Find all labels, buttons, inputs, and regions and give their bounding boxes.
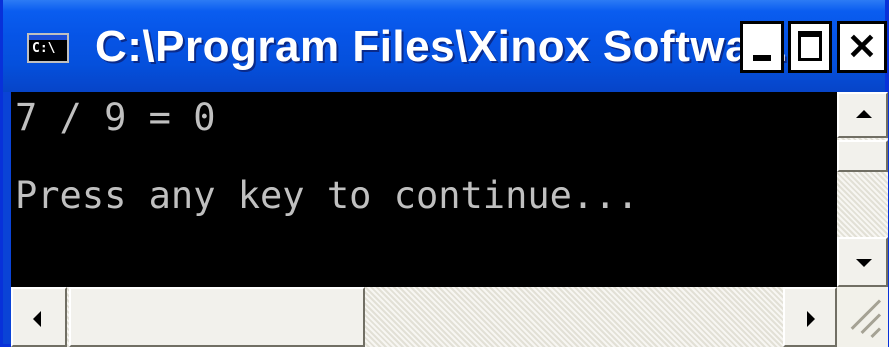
window-title: C:\Program Files\Xinox Softwa... [95,22,789,71]
console-client-area: 7 / 9 = 0 Press any key to continue... [11,92,888,347]
scroll-right-button[interactable] [783,287,837,347]
title-bar[interactable]: C:\ C:\Program Files\Xinox Softwa... ✕ [3,0,887,92]
arrow-right-icon [807,311,815,327]
resize-grip-icon[interactable] [837,287,888,347]
console-output[interactable]: 7 / 9 = 0 Press any key to continue... [11,92,835,287]
minimize-button[interactable] [740,21,784,73]
scroll-up-button[interactable] [837,92,888,138]
arrow-left-icon [33,311,41,327]
close-icon: ✕ [846,26,878,67]
console-line: 7 / 9 = 0 [15,96,216,139]
arrow-up-icon [856,110,872,118]
minimize-icon [753,55,771,61]
scroll-down-button[interactable] [837,237,888,287]
console-line: Press any key to continue... [15,174,639,217]
console-window: C:\ C:\Program Files\Xinox Softwa... ✕ 7… [0,0,889,347]
scroll-left-button[interactable] [11,287,67,347]
close-button[interactable]: ✕ [837,21,887,73]
vertical-scroll-thumb[interactable] [837,140,888,172]
horizontal-scroll-thumb[interactable] [69,287,365,347]
maximize-icon [798,31,822,61]
arrow-down-icon [856,259,872,267]
maximize-button[interactable] [788,21,832,73]
horizontal-scrollbar[interactable] [11,287,837,347]
console-icon-label: C:\ [32,41,56,56]
vertical-scrollbar[interactable] [837,92,888,287]
console-icon[interactable]: C:\ [27,33,69,63]
